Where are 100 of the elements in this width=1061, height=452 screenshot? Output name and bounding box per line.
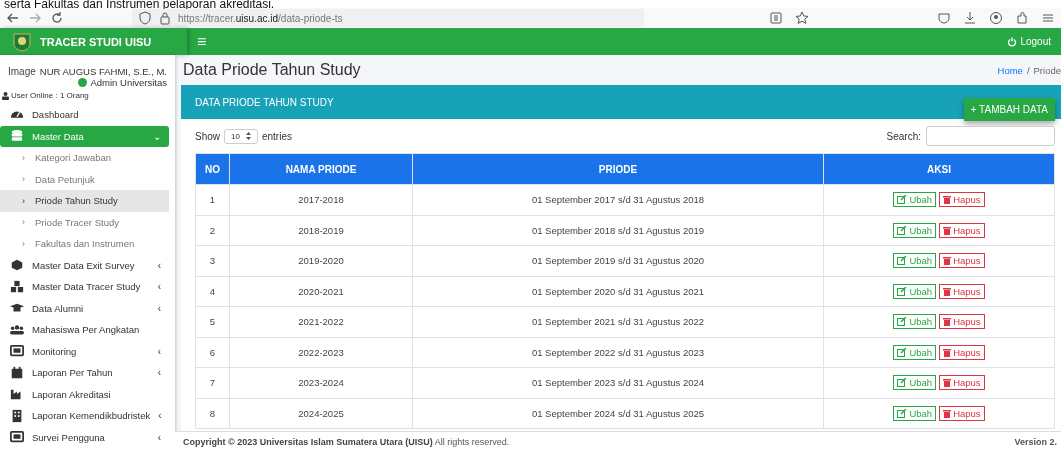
back-arrow-icon[interactable] — [6, 11, 20, 25]
address-bar[interactable]: https://tracer.uisu.ac.id/data-priode-ts — [132, 9, 644, 27]
search-label: Search: — [886, 130, 921, 142]
edit-button[interactable]: Ubah — [893, 375, 937, 391]
table-cell: 2022-2023 — [229, 337, 413, 368]
pocket-icon[interactable] — [937, 11, 951, 25]
sidebar-item[interactable]: Master Data ⌄ — [0, 125, 169, 147]
shield-icon — [138, 11, 152, 25]
entries-select[interactable]: 10 — [224, 128, 258, 144]
url-text: https://tracer.uisu.ac.id/data-priode-ts — [178, 12, 343, 24]
edit-button[interactable]: Ubah — [893, 192, 937, 208]
edit-icon — [897, 408, 908, 418]
delete-button[interactable]: Hapus — [939, 222, 985, 238]
card-title: DATA PRIODE TAHUN STUDY — [195, 96, 334, 108]
trash-icon — [943, 378, 952, 388]
logout-button[interactable]: Logout — [1001, 35, 1057, 48]
users-icon — [10, 322, 24, 337]
download-icon[interactable] — [963, 11, 977, 25]
breadcrumb-separator: / — [1026, 64, 1030, 76]
lock-icon — [158, 11, 172, 25]
table-cell: 01 September 2024 s/d 31 Agustus 2025 — [412, 398, 824, 429]
monitor-icon — [10, 430, 24, 445]
entries-label: entries — [261, 130, 292, 142]
table-cell: 2019-2020 — [229, 245, 413, 276]
reload-icon[interactable] — [50, 11, 64, 25]
submenu-item[interactable]: › Kategori Jawaban — [0, 147, 169, 169]
show-label: Show — [195, 130, 220, 142]
table-cell: 6 — [195, 337, 230, 368]
sidebar-item[interactable]: Survei Pengguna ‹ — [0, 426, 169, 448]
forward-arrow-icon[interactable] — [28, 11, 42, 25]
edit-button[interactable]: Ubah — [893, 283, 937, 299]
table-cell: 01 September 2019 s/d 31 Agustus 2020 — [412, 245, 824, 276]
reader-view-icon[interactable] — [769, 11, 783, 25]
edit-button[interactable]: Ubah — [893, 253, 937, 269]
updown-arrows-icon — [245, 131, 251, 140]
trash-icon — [943, 286, 952, 296]
edit-button[interactable]: Ubah — [893, 405, 937, 421]
table-cell: 2023-2024 — [229, 367, 413, 398]
column-header: NO — [195, 153, 230, 185]
cubes-icon — [10, 279, 24, 294]
delete-button[interactable]: Hapus — [939, 344, 985, 360]
extensions-icon[interactable] — [1015, 11, 1029, 25]
cube-icon — [10, 258, 24, 273]
table-cell: 3 — [195, 245, 230, 276]
building-icon — [10, 408, 24, 423]
caption-text: serta Fakultas dan Instrumen pelaporan akreditasi. — [0, 0, 1061, 8]
sidebar-item[interactable]: Laporan Per Tahun ‹ — [0, 362, 169, 384]
submenu-item[interactable]: › Fakultas dan Instrumen — [0, 233, 169, 255]
edit-icon — [897, 256, 908, 266]
sidebar-item[interactable]: Master Data Tracer Study ‹ — [0, 276, 169, 298]
monitor-icon — [10, 344, 24, 359]
edit-icon — [897, 347, 908, 357]
table-cell: 8 — [195, 398, 230, 429]
table-cell: 4 — [195, 276, 230, 307]
delete-button[interactable]: Hapus — [939, 314, 985, 330]
sidebar-item[interactable]: Dashboard — [0, 104, 169, 126]
table-cell: 01 September 2017 s/d 31 Agustus 2018 — [412, 184, 824, 215]
sidebar-item[interactable]: Mahasiswa Per Angkatan — [0, 319, 169, 341]
account-icon[interactable] — [989, 11, 1003, 25]
table-cell: 2020-2021 — [229, 276, 413, 307]
edit-button[interactable]: Ubah — [893, 344, 937, 360]
delete-button[interactable]: Hapus — [939, 283, 985, 299]
page-title: Data Priode Tahun Study — [183, 61, 361, 79]
star-icon[interactable] — [795, 11, 809, 25]
edit-button[interactable]: Ubah — [893, 314, 937, 330]
sidebar-item[interactable]: Monitoring ‹ — [0, 340, 169, 362]
breadcrumb-link[interactable]: Home — [997, 64, 1023, 76]
trash-icon — [943, 225, 952, 235]
table-cell: 2024-2025 — [229, 398, 413, 429]
edit-icon — [897, 378, 908, 388]
delete-button[interactable]: Hapus — [939, 253, 985, 269]
column-header: PRIODE — [412, 153, 824, 185]
delete-button[interactable]: Hapus — [939, 375, 985, 391]
power-icon — [1007, 36, 1018, 47]
edit-icon — [897, 225, 908, 235]
menu-toggle-button[interactable]: ≡ — [197, 32, 207, 51]
user-role: Admin Universitas — [90, 77, 167, 88]
sidebar-item[interactable]: Laporan Akreditasi — [0, 383, 169, 405]
submenu-item[interactable]: › Priode Tahun Study — [0, 190, 169, 212]
edit-button[interactable]: Ubah — [893, 222, 937, 238]
delete-button[interactable]: Hapus — [939, 192, 985, 208]
submenu-item[interactable]: › Data Petunjuk — [0, 168, 169, 190]
trash-icon — [943, 195, 952, 205]
add-data-button[interactable]: + TAMBAH DATA — [963, 97, 1055, 121]
sidebar-item[interactable]: Master Data Exit Survey ‹ — [0, 254, 169, 276]
menu-icon[interactable] — [1041, 11, 1055, 25]
submenu-item[interactable]: › Priode Tracer Study — [0, 211, 169, 233]
factory-icon — [10, 387, 24, 402]
trash-icon — [943, 256, 952, 266]
user-image-alt-text: Image — [8, 65, 36, 79]
search-field[interactable] — [926, 126, 1055, 146]
table-cell: 01 September 2023 s/d 31 Agustus 2024 — [412, 367, 824, 398]
sidebar-item[interactable]: Data Alumni ‹ — [0, 297, 169, 319]
shield-logo-icon — [12, 31, 32, 52]
user-name: NUR AUGUS FAHMI, S.E., M. — [39, 66, 167, 77]
sidebar-item[interactable]: Laporan Kemendikbudristek ‹ — [0, 405, 169, 427]
trash-icon — [943, 408, 952, 418]
breadcrumb-current: Priode — [1033, 64, 1061, 76]
column-header: AKSI — [823, 153, 1055, 185]
delete-button[interactable]: Hapus — [939, 405, 985, 421]
